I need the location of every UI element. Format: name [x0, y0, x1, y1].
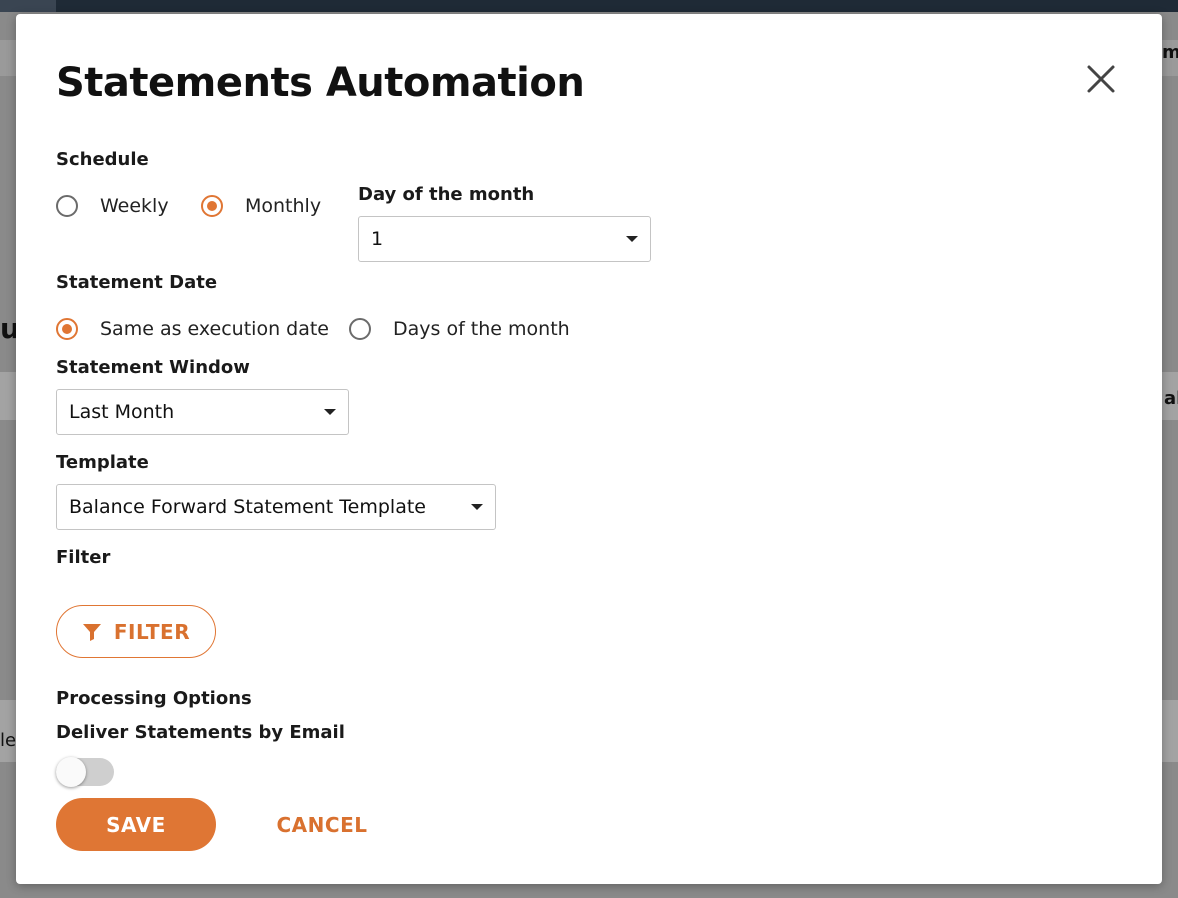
monthly-label: Monthly: [245, 195, 322, 217]
weekly-radio[interactable]: [56, 195, 78, 217]
filter-label: Filter: [56, 547, 111, 568]
statement-window-label: Statement Window: [56, 357, 250, 378]
days-of-month-label: Days of the month: [393, 318, 570, 340]
statement-date-label: Statement Date: [56, 272, 218, 293]
statement-window-select[interactable]: Last Month: [56, 389, 349, 435]
background-top-bar: [0, 0, 1178, 12]
chevron-down-icon: [626, 236, 638, 242]
statement-window-value: Last Month: [69, 401, 175, 423]
template-label: Template: [56, 452, 149, 473]
close-button[interactable]: [1084, 62, 1118, 96]
schedule-label: Schedule: [56, 149, 149, 170]
background-text-fragment: m: [1162, 42, 1178, 63]
day-of-month-value: 1: [371, 228, 384, 250]
filter-icon: [82, 623, 101, 641]
schedule-option-weekly[interactable]: Weekly: [56, 195, 169, 217]
same-as-execution-radio[interactable]: [56, 318, 78, 340]
save-button[interactable]: SAVE: [56, 798, 216, 851]
day-of-month-select[interactable]: 1: [358, 216, 651, 262]
filter-button[interactable]: FILTER: [56, 605, 216, 658]
chevron-down-icon: [324, 409, 336, 415]
close-icon: [1087, 65, 1115, 93]
chevron-down-icon: [471, 504, 483, 510]
same-as-execution-label: Same as execution date: [100, 318, 329, 340]
statement-date-option-days[interactable]: Days of the month: [349, 318, 570, 340]
deliver-by-email-label: Deliver Statements by Email: [56, 722, 345, 743]
weekly-label: Weekly: [100, 195, 169, 217]
background-text-fragment: al: [1164, 388, 1178, 409]
dialog-title: Statements Automation: [56, 60, 585, 106]
deliver-by-email-toggle[interactable]: [56, 756, 114, 787]
monthly-radio[interactable]: [201, 195, 223, 217]
filter-button-label: FILTER: [113, 619, 191, 644]
processing-options-label: Processing Options: [56, 688, 252, 709]
statement-date-option-same[interactable]: Same as execution date: [56, 318, 329, 340]
template-value: Balance Forward Statement Template: [69, 496, 426, 518]
background-text-fragment: le: [0, 730, 17, 751]
cancel-button[interactable]: CANCEL: [252, 798, 392, 851]
statements-automation-dialog: Statements Automation Schedule Weekly Mo…: [16, 14, 1162, 884]
days-of-month-radio[interactable]: [349, 318, 371, 340]
background-tab: [0, 0, 56, 12]
template-select[interactable]: Balance Forward Statement Template: [56, 484, 496, 530]
day-of-month-label: Day of the month: [358, 184, 535, 205]
schedule-option-monthly[interactable]: Monthly: [201, 195, 321, 217]
toggle-knob: [56, 757, 86, 787]
